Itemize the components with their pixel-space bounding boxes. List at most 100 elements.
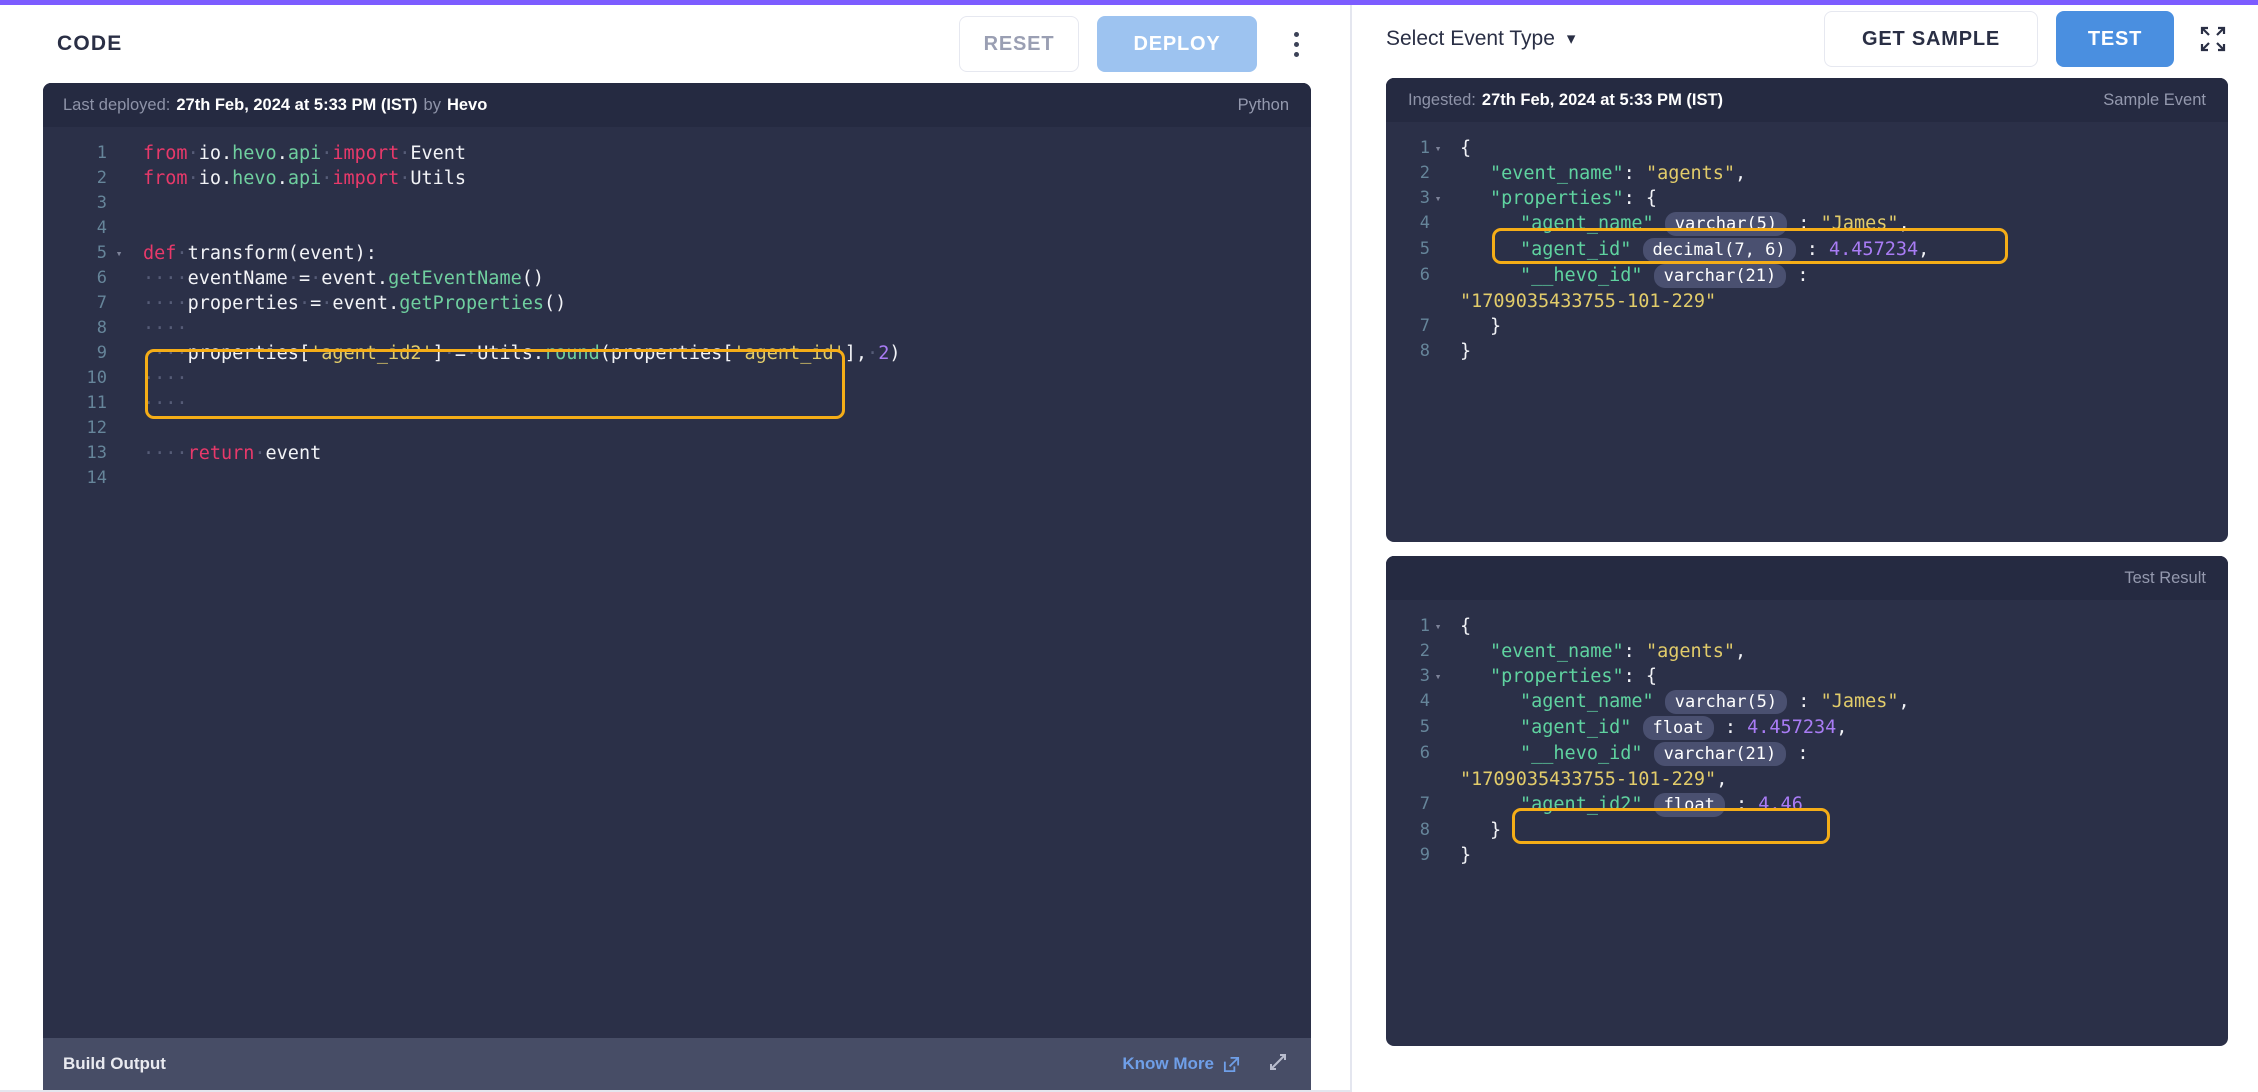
json-line[interactable]: 2 "event_name": "agents", [1386,639,2228,664]
json-line-text: { [1446,136,1471,161]
json-line[interactable]: 1 ▾ { [1386,136,2228,161]
fold-arrow-icon[interactable]: ▾ [1430,664,1446,689]
fold-arrow-icon[interactable]: ▾ [1430,136,1446,161]
code-line-text: ···· [127,391,188,416]
code-token: · [254,443,266,464]
code-line[interactable]: 13 ····return·event [43,441,1311,466]
code-token: ] [432,343,444,364]
event-panel: Select Event Type ▾ GET SAMPLE TEST Inge… [1352,0,2258,1092]
line-number: 8 [1419,820,1430,840]
code-token: · [321,293,333,314]
json-line[interactable]: 6 "__hevo_id" varchar(21) : [1386,263,2228,289]
code-token: : [1713,717,1748,738]
code-token: : [1623,641,1646,662]
type-badge: float [1653,793,1725,817]
code-line[interactable]: 4 [43,216,1311,241]
code-lines-container[interactable]: 1 from·io.hevo.api·import·Event 2 from·io.h… [43,127,1311,1038]
reset-button[interactable]: RESET [959,16,1079,72]
code-token: : [1724,794,1759,815]
json-line[interactable]: 4 "agent_name" varchar(5) : "James", [1386,689,2228,715]
json-line[interactable]: "1709035433755-101-229" [1386,289,2228,314]
last-deployed-time: 27th Feb, 2024 at 5:33 PM (IST) [176,95,418,114]
fold-arrow-icon[interactable]: ▾ [1430,614,1446,639]
json-line[interactable]: 5 "agent_id" decimal(7, 6) : 4.457234, [1386,237,2228,263]
json-line-text: } [1446,314,1501,339]
code-token: · [176,243,188,264]
code-token: "agent_name" [1520,691,1654,712]
code-token: { [1460,616,1472,637]
deploy-button[interactable]: DEPLOY [1097,16,1257,72]
json-line[interactable]: 1 ▾ { [1386,614,2228,639]
test-result-card: Test Result 1 ▾{2 "event_name": "agents", 3… [1386,556,2228,1046]
fold-arrow-icon[interactable]: ▾ [111,241,127,266]
code-line[interactable]: 12 [43,416,1311,441]
code-line[interactable]: 7 ····properties·=·event.getProperties() [43,291,1311,316]
json-line-text: "properties": { [1446,664,1657,689]
code-token: "1709035433755-101-229" [1460,291,1717,312]
code-token: () [521,268,544,289]
code-line-text: from·io.hevo.api·import·Utils [127,166,466,191]
json-line-text: { [1446,614,1471,639]
json-line[interactable]: 4 "agent_name" varchar(5) : "James", [1386,211,2228,237]
code-line[interactable]: 14 [43,466,1311,491]
json-line[interactable]: "1709035433755-101-229", [1386,767,2228,792]
code-line-text: def·transform(event): [127,241,377,266]
json-line[interactable]: 9} [1386,843,2228,868]
code-token: "event_name" [1490,163,1624,184]
code-token: , [1898,691,1910,712]
json-line[interactable]: 8} [1386,818,2228,843]
code-line[interactable]: 9 ····properties['agent_id2']·=·Utils.rou… [43,341,1311,366]
code-line[interactable]: 6 ····eventName·=·event.getEventName() [43,266,1311,291]
sample-event-card: Ingested: 27th Feb, 2024 at 5:33 PM (IST… [1386,78,2228,542]
json-line[interactable]: 7} [1386,314,2228,339]
json-line-text: "event_name": "agents", [1446,639,1746,664]
select-event-type-dropdown[interactable]: Select Event Type ▾ [1386,27,1575,51]
json-line-text: "agent_name" varchar(5) : "James", [1446,211,1910,237]
code-line[interactable]: 2 from·io.hevo.api·import·Utils [43,166,1311,191]
line-number: 4 [1419,213,1430,233]
json-line[interactable]: 5 "agent_id" float : 4.457234, [1386,715,2228,741]
page-title: CODE [57,32,123,55]
code-token: def [143,243,177,264]
code-token: Utils. [477,343,545,364]
code-token: · [187,143,199,164]
json-line-text: "1709035433755-101-229" [1446,289,1716,314]
type-badge: varchar(5) [1664,212,1788,236]
json-line[interactable]: 3 ▾ "properties": { [1386,186,2228,211]
line-number: 5 [1419,717,1430,737]
external-link-icon [1223,1056,1240,1072]
code-token: "properties" [1490,666,1624,687]
code-token: { [1460,138,1472,159]
json-line[interactable]: 3 ▾ "properties": { [1386,664,2228,689]
sample-json-container[interactable]: 1 ▾{2 "event_name": "agents", 3 ▾ "properties… [1386,122,2228,542]
line-number: 1 [96,143,107,163]
code-token: } [1460,845,1472,866]
code-line[interactable]: 8 ···· [43,316,1311,341]
json-line[interactable]: 2 "event_name": "agents", [1386,161,2228,186]
code-token: , [1735,641,1747,662]
code-token: (properties[ [599,343,734,364]
code-token: : [1786,743,1820,764]
code-line[interactable]: 3 [43,191,1311,216]
line-number: 12 [86,418,107,438]
code-line[interactable]: 1 from·io.hevo.api·import·Event [43,141,1311,166]
line-number: 13 [86,443,107,463]
json-line[interactable]: 8} [1386,339,2228,364]
code-line[interactable]: 11 ···· [43,391,1311,416]
expand-icon[interactable] [1267,1051,1289,1078]
more-vertical-icon[interactable] [1273,16,1319,72]
line-number: 6 [1419,265,1430,285]
code-line[interactable]: 10 ···· [43,366,1311,391]
json-line[interactable]: 6 "__hevo_id" varchar(21) : [1386,741,2228,767]
code-token: = [310,293,322,314]
get-sample-button[interactable]: GET SAMPLE [1824,11,2038,67]
fullscreen-icon[interactable] [2196,22,2230,56]
result-json-container[interactable]: 1 ▾{2 "event_name": "agents", 3 ▾ "properties… [1386,600,2228,1046]
know-more-link[interactable]: Know More [1122,1054,1241,1074]
test-button[interactable]: TEST [2056,11,2174,67]
fold-arrow-icon[interactable]: ▾ [1430,186,1446,211]
code-token: ···· [143,343,188,364]
code-line[interactable]: 5 ▾ def·transform(event): [43,241,1311,266]
json-line[interactable]: 7 "agent_id2" float : 4.46 [1386,792,2228,818]
code-token: : [1795,239,1830,260]
